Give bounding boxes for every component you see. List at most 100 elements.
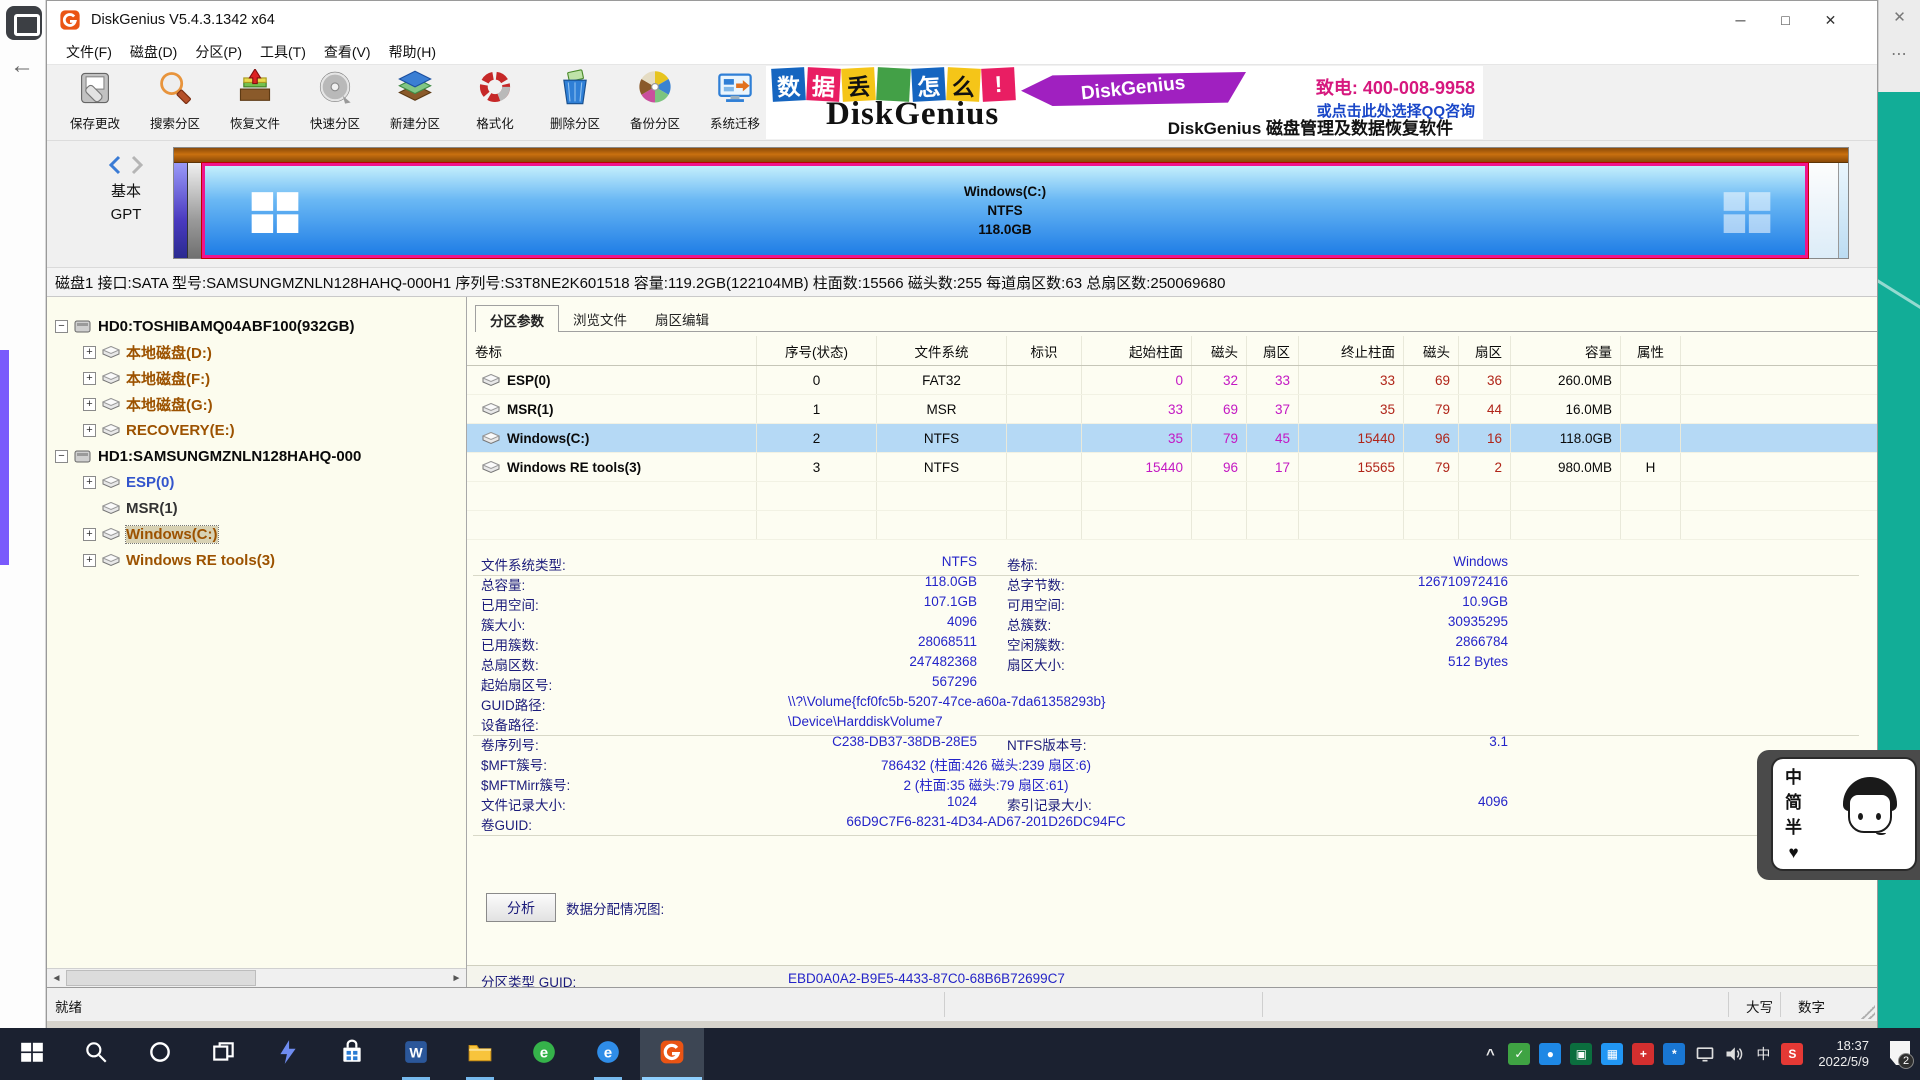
tree-item-hd1-samsungmznln128hahq-000[interactable]: −HD1:SAMSUNGMZNLN128HAHQ-000 xyxy=(47,443,466,469)
resize-grip[interactable] xyxy=(1861,1005,1875,1019)
tree-item--d-[interactable]: +本地磁盘(D:) xyxy=(47,339,466,365)
taskbar-lightning-app[interactable] xyxy=(256,1028,320,1080)
column-header-0[interactable]: 卷标 xyxy=(467,336,757,365)
menu-item-1[interactable]: 磁盘(D) xyxy=(121,42,186,62)
taskbar-taskbar-search[interactable] xyxy=(64,1028,128,1080)
column-header-5[interactable]: 磁头 xyxy=(1192,336,1247,365)
background-more-icon[interactable]: ⋯ xyxy=(1879,44,1920,64)
tray-icon-10[interactable]: S xyxy=(1781,1043,1803,1065)
expand-icon[interactable]: + xyxy=(83,346,96,359)
toolbar-search-button[interactable]: 搜索分区 xyxy=(135,69,215,132)
taskbar-cortana[interactable] xyxy=(128,1028,192,1080)
taskbar-diskgenius[interactable] xyxy=(640,1028,704,1080)
tray-icon-4[interactable]: ▦ xyxy=(1601,1043,1623,1065)
scroll-right-arrow-icon[interactable]: ► xyxy=(447,969,466,987)
maximize-button[interactable]: □ xyxy=(1763,1,1808,39)
taskbar-clock[interactable]: 18:37 2022/5/9 xyxy=(1818,1038,1869,1070)
column-header-2[interactable]: 文件系统 xyxy=(877,336,1007,365)
ad-banner[interactable]: 数据丢怎么! DiskGenius DiskGenius 致电: 400-008… xyxy=(766,66,1483,139)
tray-icon-5[interactable]: + xyxy=(1632,1043,1654,1065)
taskbar-explorer[interactable] xyxy=(448,1028,512,1080)
column-header-8[interactable]: 磁头 xyxy=(1404,336,1459,365)
menu-item-2[interactable]: 分区(P) xyxy=(186,42,251,62)
table-row-windows-re-tools-3-[interactable]: Windows RE tools(3)3NTFS1544096171556579… xyxy=(467,453,1877,482)
tray-icon-3[interactable]: ▣ xyxy=(1570,1043,1592,1065)
minimize-button[interactable]: ─ xyxy=(1718,1,1763,39)
tray-icon-7[interactable] xyxy=(1694,1043,1716,1065)
partition-segment-msr[interactable] xyxy=(188,163,202,258)
expand-icon[interactable]: + xyxy=(83,528,96,541)
toolbar-quick-button[interactable]: 快速分区 xyxy=(295,69,375,132)
tree-horizontal-scrollbar[interactable]: ◄ ► xyxy=(47,968,466,987)
table-row-windows-c-[interactable]: Windows(C:)2NTFS357945154409616118.0GB xyxy=(467,424,1877,453)
toolbar-delete-button[interactable]: 删除分区 xyxy=(535,69,615,132)
disk-header-bar[interactable] xyxy=(174,148,1848,163)
tray-icon-0[interactable]: ^ xyxy=(1479,1043,1501,1065)
tree-item--f-[interactable]: +本地磁盘(F:) xyxy=(47,365,466,391)
scroll-left-arrow-icon[interactable]: ◄ xyxy=(47,969,66,987)
tray-icon-1[interactable]: ✓ xyxy=(1508,1043,1530,1065)
expand-icon[interactable]: + xyxy=(83,398,96,411)
column-header-6[interactable]: 扇区 xyxy=(1247,336,1299,365)
delete-icon xyxy=(555,69,595,112)
tray-icon-9[interactable]: 中 xyxy=(1752,1043,1774,1065)
tab-2[interactable]: 扇区编辑 xyxy=(641,305,723,332)
toolbar-new-button[interactable]: 新建分区 xyxy=(375,69,455,132)
taskbar-task-view[interactable] xyxy=(192,1028,256,1080)
expand-icon[interactable]: + xyxy=(83,476,96,489)
partition-segment-re-tools[interactable] xyxy=(1808,163,1838,258)
prev-disk-icon[interactable] xyxy=(107,155,123,175)
partition-segment-windows-c[interactable]: Windows(C:)NTFS118.0GB xyxy=(202,163,1808,258)
close-button[interactable]: ✕ xyxy=(1808,1,1853,39)
ime-widget[interactable]: 中简半♥ xyxy=(1757,750,1920,880)
table-row-esp-0-[interactable]: ESP(0)0FAT3203233336936260.0MB xyxy=(467,366,1877,395)
column-header-10[interactable]: 容量 xyxy=(1511,336,1621,365)
column-header-4[interactable]: 起始柱面 xyxy=(1082,336,1192,365)
tab-0[interactable]: 分区参数 xyxy=(475,305,559,332)
menu-item-3[interactable]: 工具(T) xyxy=(251,42,315,62)
toolbar-recover-button[interactable]: 恢复文件 xyxy=(215,69,295,132)
taskbar-start[interactable] xyxy=(0,1028,64,1080)
column-header-3[interactable]: 标识 xyxy=(1007,336,1082,365)
tree-item--g-[interactable]: +本地磁盘(G:) xyxy=(47,391,466,417)
background-close-icon[interactable]: ✕ xyxy=(1879,8,1920,26)
scrollbar-thumb[interactable] xyxy=(66,970,256,986)
tree-item-windows-c-[interactable]: +Windows(C:) xyxy=(47,521,466,547)
taskbar-edge[interactable]: e xyxy=(576,1028,640,1080)
tree-item-windows-re-tools-3-[interactable]: +Windows RE tools(3) xyxy=(47,547,466,573)
tree-item-msr-1-[interactable]: MSR(1) xyxy=(47,495,466,521)
column-header-11[interactable]: 属性 xyxy=(1621,336,1681,365)
tree-item-esp-0-[interactable]: +ESP(0) xyxy=(47,469,466,495)
collapse-icon[interactable]: − xyxy=(55,320,68,333)
taskbar-word[interactable]: W xyxy=(384,1028,448,1080)
toolbar-save-button[interactable]: 保存更改 xyxy=(55,69,135,132)
tray-icon-8[interactable] xyxy=(1723,1043,1745,1065)
expand-icon[interactable]: + xyxy=(83,372,96,385)
taskbar-store[interactable] xyxy=(320,1028,384,1080)
menu-item-5[interactable]: 帮助(H) xyxy=(380,42,445,62)
toolbar-migrate-button[interactable]: 系统迁移 xyxy=(695,69,775,132)
toolbar-backup-button[interactable]: 备份分区 xyxy=(615,69,695,132)
tray-icon-2[interactable]: ● xyxy=(1539,1043,1561,1065)
menu-item-4[interactable]: 查看(V) xyxy=(315,42,380,62)
partition-segment-esp[interactable] xyxy=(174,163,188,258)
expand-icon[interactable]: + xyxy=(83,554,96,567)
collapse-icon[interactable]: − xyxy=(55,450,68,463)
column-header-7[interactable]: 终止柱面 xyxy=(1299,336,1404,365)
analyze-button[interactable]: 分析 xyxy=(486,893,556,922)
expand-icon[interactable]: + xyxy=(83,424,96,437)
toolbar-format-button[interactable]: 格式化 xyxy=(455,69,535,132)
column-header-1[interactable]: 序号(状态) xyxy=(757,336,877,365)
next-disk-icon[interactable] xyxy=(129,155,145,175)
back-arrow-icon[interactable]: ← xyxy=(10,52,34,80)
column-header-9[interactable]: 扇区 xyxy=(1459,336,1511,365)
tray-icon-6[interactable]: * xyxy=(1663,1043,1685,1065)
tree-item-hd0-toshibamq04abf100-932gb-[interactable]: −HD0:TOSHIBAMQ04ABF100(932GB) xyxy=(47,313,466,339)
tab-1[interactable]: 浏览文件 xyxy=(559,305,641,332)
menu-item-0[interactable]: 文件(F) xyxy=(57,42,121,62)
background-window-icon[interactable] xyxy=(6,6,42,40)
taskbar-browser-360[interactable]: e xyxy=(512,1028,576,1080)
table-row-msr-1-[interactable]: MSR(1)1MSR33693735794416.0MB xyxy=(467,395,1877,424)
action-center-icon[interactable]: 2 xyxy=(1884,1037,1914,1071)
tree-item-recovery-e-[interactable]: +RECOVERY(E:) xyxy=(47,417,466,443)
